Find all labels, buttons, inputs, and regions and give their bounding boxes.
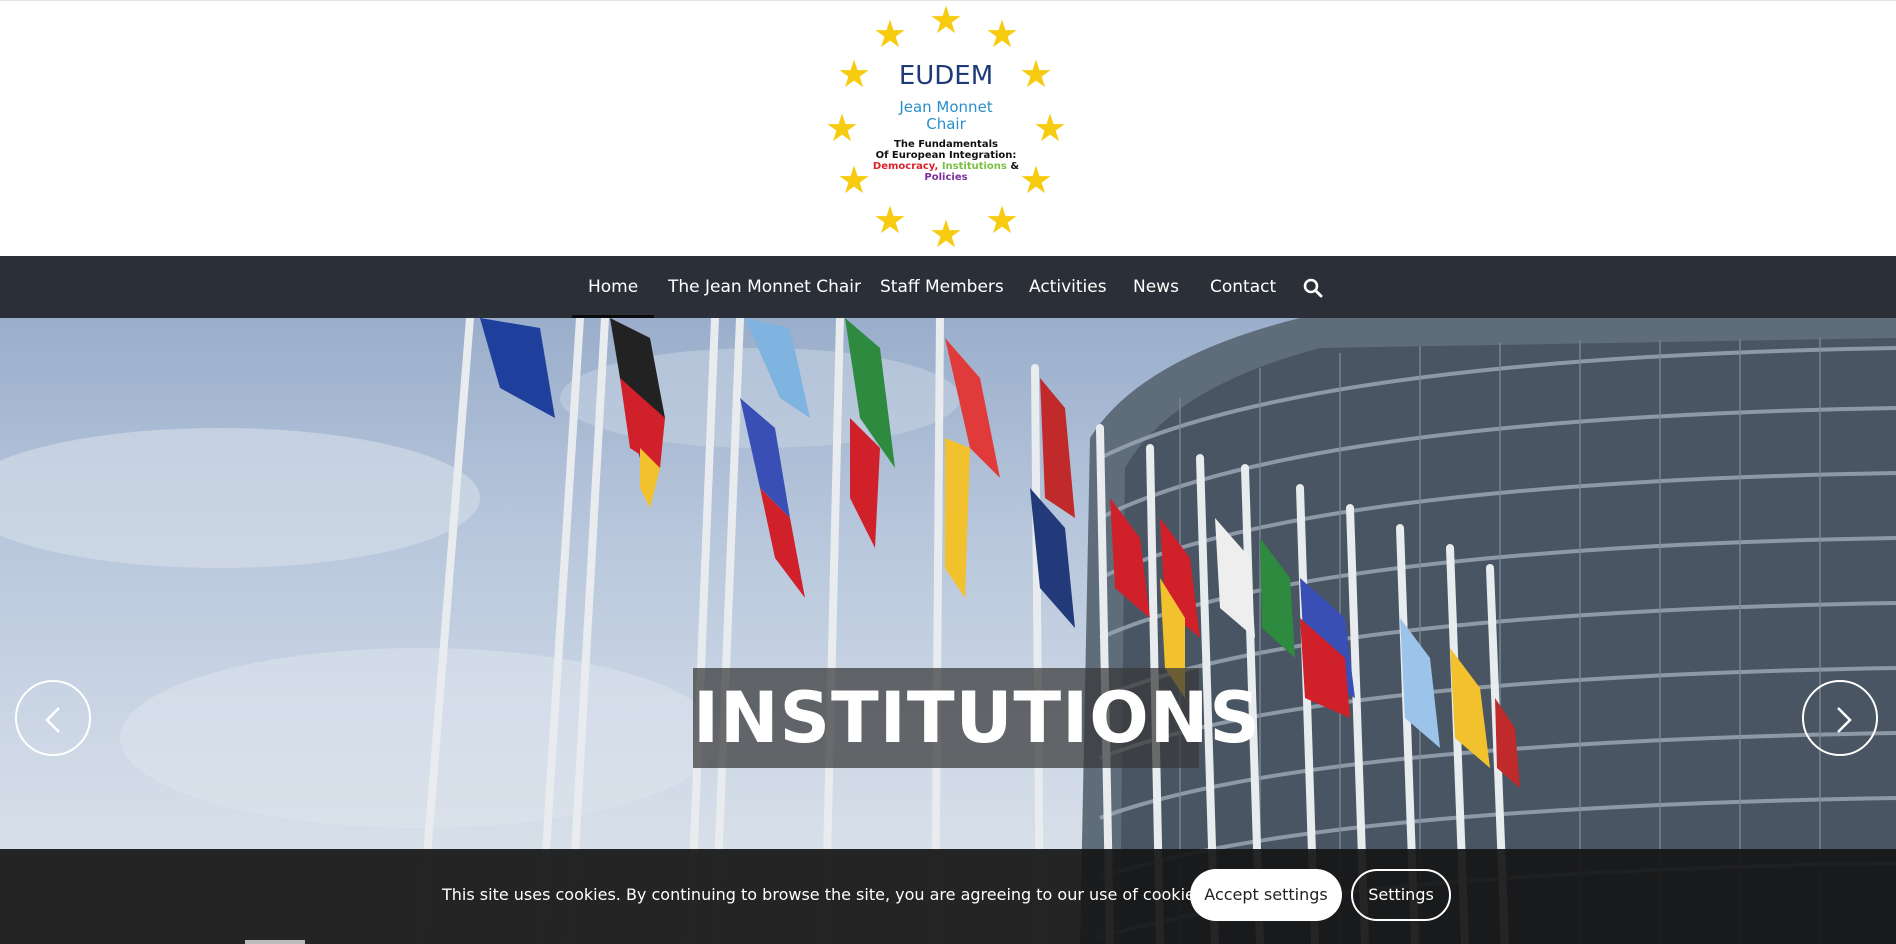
slider-prev-button[interactable]	[15, 680, 91, 756]
star-icon: ★	[873, 198, 908, 242]
cookie-settings-button[interactable]: Settings	[1351, 869, 1451, 921]
logo-title: EUDEM	[898, 61, 994, 91]
site-logo[interactable]: ★ ★ ★ ★ ★ ★ ★ ★ ★ ★ ★ ★ EUDEM Jean Monne…	[823, 0, 1069, 256]
accept-settings-button[interactable]: Accept settings	[1190, 869, 1342, 921]
hero-caption-text: INSTITUTIONS	[693, 677, 1261, 759]
logo-tagline-line1: The Fundamentals	[894, 139, 998, 150]
nav-item-home[interactable]: Home	[571, 256, 655, 318]
logo-tagline-policies: Policies	[924, 172, 968, 183]
cookie-text: This site uses cookies. By continuing to…	[442, 885, 1209, 904]
nav-item-news[interactable]: News	[1133, 256, 1179, 318]
logo-subtitle-line2: Chair	[926, 115, 966, 133]
slider-next-button[interactable]	[1802, 680, 1878, 756]
scroll-indicator	[245, 940, 305, 944]
cookie-bar: This site uses cookies. By continuing to…	[0, 849, 1896, 944]
logo-tagline-institutions: Institutions	[941, 161, 1007, 172]
chevron-left-icon	[45, 707, 60, 733]
nav-item-jean-monnet-chair[interactable]: The Jean Monnet Chair	[668, 256, 861, 318]
main-nav: Home The Jean Monnet Chair Staff Members…	[0, 256, 1896, 318]
page: ★ ★ ★ ★ ★ ★ ★ ★ ★ ★ ★ ★ EUDEM Jean Monne…	[0, 0, 1896, 944]
logo-subtitle: Jean Monnet Chair	[823, 99, 1069, 133]
chevron-right-icon	[1837, 707, 1852, 733]
logo-tagline-amp: &	[1010, 161, 1020, 172]
hero-caption: INSTITUTIONS	[693, 668, 1261, 768]
star-icon: ★	[929, 212, 964, 256]
star-icon: ★	[985, 12, 1020, 56]
star-icon: ★	[985, 198, 1020, 242]
logo-tagline-democracy: Democracy,	[872, 161, 939, 172]
logo-subtitle-line1: Jean Monnet	[899, 98, 993, 116]
nav-item-contact[interactable]: Contact	[1210, 256, 1276, 318]
logo-tagline-line2: Of European Integration:	[875, 150, 1017, 161]
search-icon[interactable]	[1303, 278, 1323, 298]
star-icon: ★	[929, 0, 964, 42]
star-icon: ★	[873, 12, 908, 56]
nav-item-activities[interactable]: Activities	[1029, 256, 1107, 318]
logo-tagline: The Fundamentals Of European Integration…	[823, 139, 1069, 183]
nav-item-staff-members[interactable]: Staff Members	[880, 256, 1004, 318]
logo-tagline-line3: Democracy, Institutions &	[823, 161, 1069, 172]
site-header: ★ ★ ★ ★ ★ ★ ★ ★ ★ ★ ★ ★ EUDEM Jean Monne…	[0, 0, 1896, 256]
